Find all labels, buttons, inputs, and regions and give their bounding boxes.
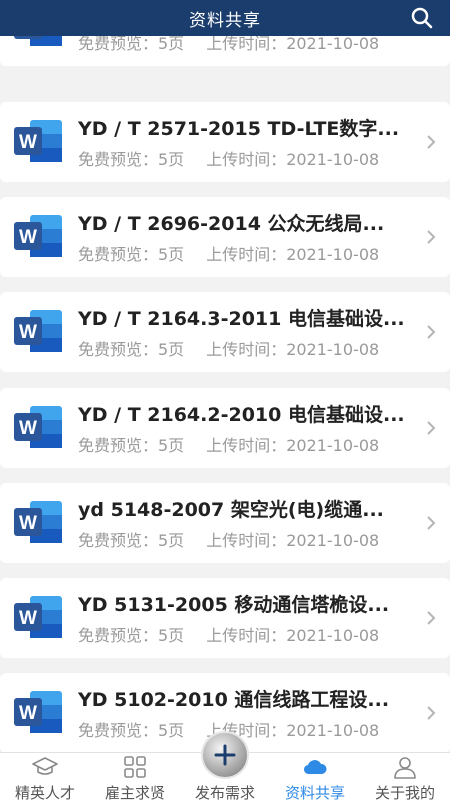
document-title: YD 5102-2010 通信线路工程设... <box>78 689 390 711</box>
svg-text:W: W <box>19 703 37 724</box>
upload-date: 上传时间：2021-10-08 <box>206 34 380 53</box>
grid-icon <box>124 756 146 778</box>
document-title: YD / T 2571-2015 TD-LTE数字... <box>78 118 400 140</box>
document-item[interactable]: W YD / T 2696-2014 公众无线局... 免费预览：5页 上传时间：… <box>0 197 450 277</box>
preview-pages: 免费预览：5页 <box>78 626 185 645</box>
document-meta: 免费预览：5页 上传时间：2021-10-08 <box>78 336 379 360</box>
svg-text:W: W <box>19 322 37 343</box>
tab-label: 精英人才 <box>14 784 75 802</box>
svg-text:W: W <box>19 513 37 534</box>
bottom-tab-bar: 精英人才 雇主求贤 发布需求 资料共享 关于我的 <box>0 731 450 807</box>
document-item[interactable]: W YD 5131-2005 移动通信塔桅设... 免费预览：5页 上传时间：20… <box>0 578 450 658</box>
preview-pages: 免费预览：5页 <box>78 436 185 455</box>
document-meta: 免费预览：5页 上传时间：2021-10-08 <box>78 241 379 265</box>
svg-text:W: W <box>19 418 37 439</box>
chevron-right-icon <box>427 230 436 244</box>
tab-resource-share[interactable]: 资料共享 <box>270 753 360 807</box>
document-meta: 免费预览：5页 上传时间：2021-10-08 <box>78 622 379 646</box>
graduation-cap-icon <box>32 757 58 775</box>
cloud-icon <box>303 760 327 775</box>
document-title: YD / T 2696-2014 公众无线局... <box>78 213 385 235</box>
document-title: yd 5148-2007 架空光(电)缆通... <box>78 499 384 521</box>
preview-pages: 免费预览：5页 <box>78 721 185 740</box>
upload-date: 上传时间：2021-10-08 <box>206 626 380 645</box>
tab-label: 资料共享 <box>284 784 345 802</box>
tab-elite-talent[interactable]: 精英人才 <box>0 753 90 807</box>
document-title: YD 5131-2005 移动通信塔桅设... <box>78 594 390 616</box>
document-item[interactable]: W YD / T 2164.3-2011 电信基础设... 免费预览：5页 上传时… <box>0 292 450 372</box>
svg-text:W: W <box>19 608 37 629</box>
preview-pages: 免费预览：5页 <box>78 34 185 53</box>
word-icon: W <box>14 120 62 162</box>
preview-pages: 免费预览：5页 <box>78 340 185 359</box>
upload-date: 上传时间：2021-10-08 <box>206 340 380 359</box>
document-meta: 免费预览：5页 上传时间：2021-10-08 <box>78 527 379 551</box>
preview-pages: 免费预览：5页 <box>78 531 185 550</box>
preview-pages: 免费预览：5页 <box>78 150 185 169</box>
chevron-right-icon <box>427 325 436 339</box>
document-item[interactable]: W yd 5148-2007 架空光(电)缆通... 免费预览：5页 上传时间：2… <box>0 483 450 563</box>
document-title: YD / T 2164.3-2011 电信基础设... <box>78 308 405 330</box>
tab-employer[interactable]: 雇主求贤 <box>90 753 180 807</box>
tab-label: 关于我的 <box>374 784 435 802</box>
plus-icon <box>214 744 236 766</box>
word-icon: W <box>14 215 62 257</box>
upload-date: 上传时间：2021-10-08 <box>206 150 380 169</box>
search-icon[interactable] <box>410 6 434 30</box>
tab-label: 发布需求 <box>194 784 255 802</box>
chevron-right-icon <box>427 135 436 149</box>
word-icon: W <box>14 406 62 448</box>
tab-publish[interactable]: 发布需求 <box>180 731 270 807</box>
page-title: 资料共享 <box>189 10 261 31</box>
tab-about-me[interactable]: 关于我的 <box>360 753 450 807</box>
word-icon: W <box>14 310 62 352</box>
document-list: W 免费预览：5页上传时间：2021-10-08 W YD / T 2571-2… <box>0 0 450 752</box>
document-meta: 免费预览：5页 上传时间：2021-10-08 <box>78 146 379 170</box>
publish-button[interactable] <box>201 731 249 779</box>
upload-date: 上传时间：2021-10-08 <box>206 531 380 550</box>
svg-text:W: W <box>19 227 37 248</box>
chevron-right-icon <box>427 611 436 625</box>
svg-text:W: W <box>19 132 37 153</box>
word-icon: W <box>14 596 62 638</box>
chevron-right-icon <box>427 421 436 435</box>
document-item[interactable]: W YD / T 2164.2-2010 电信基础设... 免费预览：5页 上传时… <box>0 388 450 468</box>
preview-pages: 免费预览：5页 <box>78 245 185 264</box>
document-item[interactable]: W YD / T 2571-2015 TD-LTE数字... 免费预览：5页 上传… <box>0 102 450 182</box>
word-icon: W <box>14 501 62 543</box>
user-icon <box>394 757 416 779</box>
tab-label: 雇主求贤 <box>104 784 165 802</box>
upload-date: 上传时间：2021-10-08 <box>206 436 380 455</box>
app-header: 资料共享 <box>0 0 450 36</box>
document-meta: 免费预览：5页 上传时间：2021-10-08 <box>78 432 379 456</box>
chevron-right-icon <box>427 516 436 530</box>
upload-date: 上传时间：2021-10-08 <box>206 245 380 264</box>
document-title: YD / T 2164.2-2010 电信基础设... <box>78 404 405 426</box>
chevron-right-icon <box>427 706 436 720</box>
word-icon: W <box>14 691 62 733</box>
